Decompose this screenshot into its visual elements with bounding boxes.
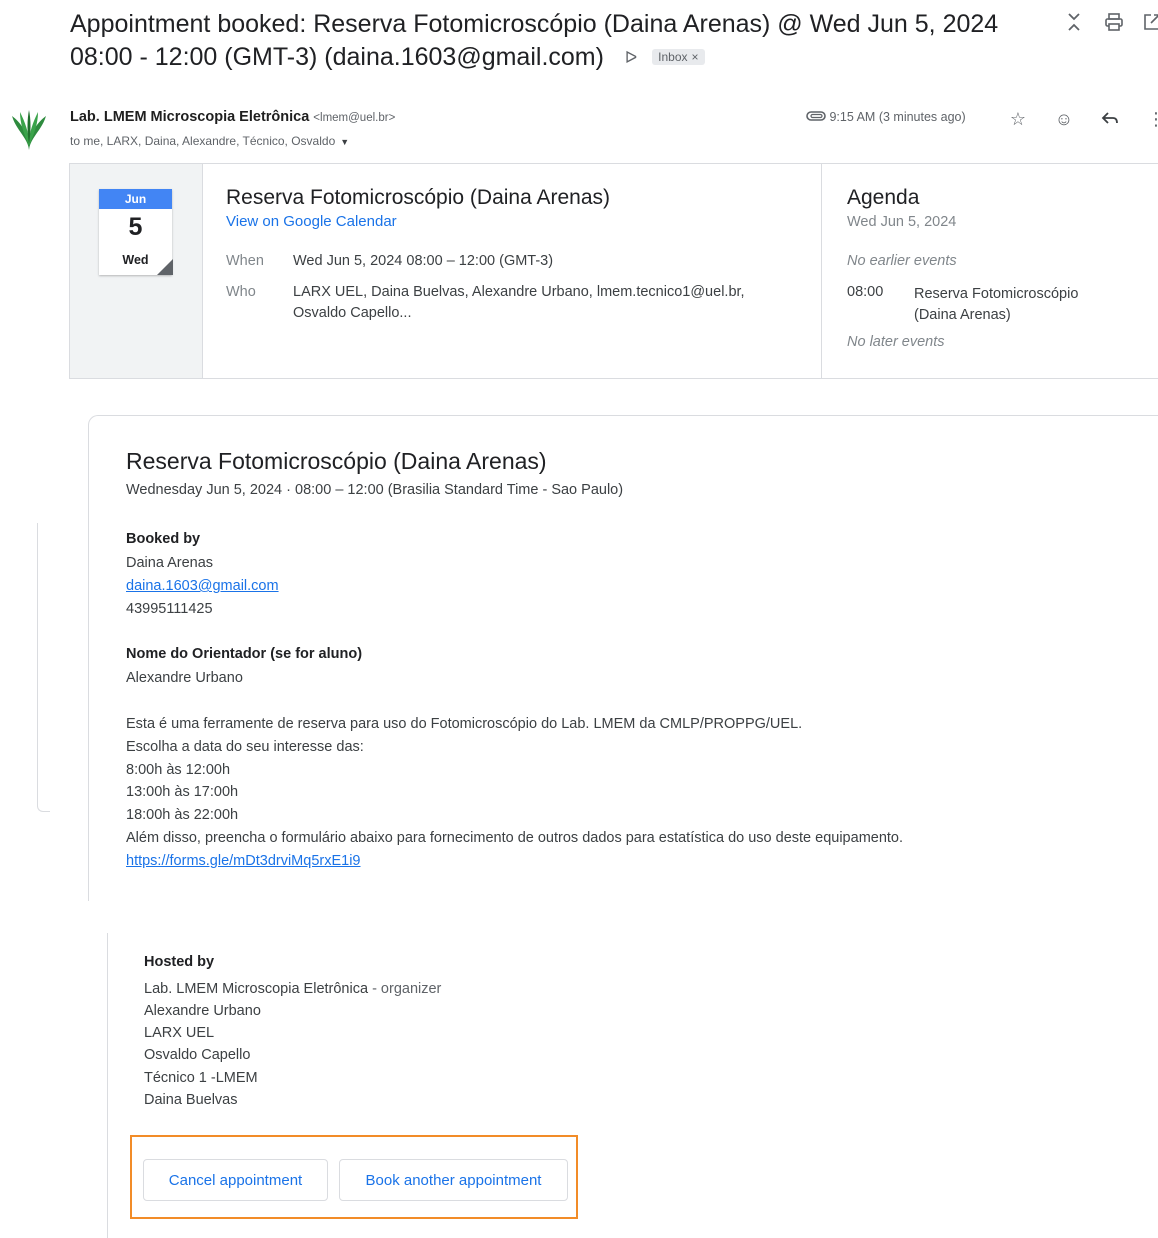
when-value: Wed Jun 5, 2024 08:00 – 12:00 (GMT-3)	[293, 253, 554, 269]
message-time-text: 9:15 AM (3 minutes ago)	[829, 110, 966, 124]
booker-phone: 43995111425	[126, 601, 213, 617]
host-item: Osvaldo Capello	[144, 1047, 251, 1063]
description-line: Escolha a data do seu interesse das:	[126, 739, 364, 755]
agenda-event-title-line-2: (Daina Arenas)	[914, 307, 1011, 323]
sender-name[interactable]: Lab. LMEM Microscopia Eletrônica	[70, 109, 309, 125]
host-item: Alexandre Urbano	[144, 1003, 261, 1019]
host-item: Técnico 1 -LMEM	[144, 1070, 258, 1086]
who-line-2: Osvaldo Capello...	[293, 305, 412, 321]
booker-name: Daina Arenas	[126, 555, 214, 571]
agenda-panel: Agenda Wed Jun 5, 2024 No earlier events…	[821, 164, 1158, 378]
booker-email-link[interactable]: daina.1603@gmail.com	[126, 575, 279, 598]
more-options-icon[interactable]: ⋮	[1143, 106, 1158, 132]
agenda-no-earlier: No earlier events	[847, 253, 957, 269]
agenda-title: Agenda	[847, 186, 920, 209]
advisor-name: Alexandre Urbano	[126, 670, 243, 686]
form-link[interactable]: https://forms.gle/mDt3drviMq5rxE1i9	[126, 850, 361, 873]
description-line: Além disso, preencha o formulário abaixo…	[126, 830, 904, 846]
agenda-event-title-line-1: Reserva Fotomicroscópio	[914, 286, 1079, 302]
booked-by-heading: Booked by	[126, 531, 201, 547]
agenda-event-title[interactable]: Reserva Fotomicroscópio (Daina Arenas)	[914, 284, 1154, 326]
sender-line: Lab. LMEM Microscopia Eletrônica <lmem@ue…	[70, 109, 395, 125]
print-icon[interactable]	[1102, 12, 1126, 36]
host-item: Daina Buelvas	[144, 1092, 238, 1108]
calendar-month: Jun	[99, 189, 172, 209]
recipients-line: to me, LARX, Daina, Alexandre, Técnico, …	[70, 134, 349, 148]
hosted-by-heading: Hosted by	[144, 954, 215, 970]
remove-label-icon[interactable]: ×	[692, 50, 699, 64]
message-time: 9:15 AM (3 minutes ago)	[806, 110, 966, 124]
calendar-date-tile: Jun 5 Wed	[99, 189, 173, 275]
cancel-appointment-button[interactable]: Cancel appointment	[143, 1159, 328, 1201]
sender-avatar	[8, 108, 50, 152]
host-item: LARX UEL	[144, 1025, 215, 1041]
description-line: 18:00h às 22:00h	[126, 807, 239, 823]
organizer-role: - organizer	[368, 981, 442, 997]
description-line: 8:00h às 12:00h	[126, 762, 231, 778]
show-details-caret-icon[interactable]: ▼	[340, 137, 349, 147]
who-line-1: LARX UEL, Daina Buelvas, Alexandre Urban…	[293, 284, 745, 300]
calendar-date-column: Jun 5 Wed	[70, 164, 203, 378]
hosted-divider	[107, 933, 108, 1238]
when-label: When	[226, 253, 264, 269]
agenda-date: Wed Jun 5, 2024	[847, 214, 957, 230]
organizer-name: Lab. LMEM Microscopia Eletrônica	[144, 981, 369, 997]
calendar-day: 5	[128, 213, 143, 241]
description-line: 13:00h às 17:00h	[126, 784, 239, 800]
attachment-icon	[806, 110, 829, 124]
email-subject: Appointment booked: Reserva Fotomicroscó…	[70, 8, 1030, 75]
star-icon[interactable]: ☆	[1005, 106, 1031, 132]
event-title: Reserva Fotomicroscópio (Daina Arenas)	[226, 186, 610, 209]
agenda-event-time: 08:00	[847, 284, 884, 300]
sender-email: <lmem@uel.br>	[313, 112, 396, 124]
calendar-page-fold-icon	[157, 259, 173, 275]
host-organizer: Lab. LMEM Microscopia Eletrônica - organ…	[144, 981, 441, 997]
booking-title: Reserva Fotomicroscópio (Daina Arenas)	[126, 448, 547, 474]
agenda-no-later: No later events	[847, 334, 945, 350]
who-value: LARX UEL, Daina Buelvas, Alexandre Urban…	[293, 282, 745, 324]
inbox-label-text: Inbox	[658, 50, 688, 64]
reply-icon[interactable]	[1097, 106, 1123, 132]
thread-divider	[37, 523, 50, 812]
inbox-label-chip[interactable]: Inbox ×	[652, 49, 705, 65]
importance-marker-icon[interactable]: ᐅ	[625, 50, 637, 67]
subject-line-2: 08:00 - 12:00 (GMT-3) (daina.1603@gmail.…	[70, 43, 604, 71]
collapse-icon[interactable]	[1062, 12, 1086, 36]
emoji-reaction-icon[interactable]: ☺	[1051, 106, 1077, 132]
open-in-new-window-icon[interactable]	[1140, 12, 1158, 36]
book-another-appointment-button[interactable]: Book another appointment	[339, 1159, 568, 1201]
subject-line-1: Appointment booked: Reserva Fotomicroscó…	[70, 10, 999, 38]
who-label: Who	[226, 284, 256, 300]
calendar-invite-card: Jun 5 Wed Reserva Fotomicroscópio (Daina…	[69, 163, 1158, 379]
recipients-text: to me, LARX, Daina, Alexandre, Técnico, …	[70, 134, 336, 148]
description-line: Esta é uma ferramente de reserva para us…	[126, 716, 803, 732]
advisor-heading: Nome do Orientador (se for aluno)	[126, 646, 363, 662]
view-on-google-calendar-link[interactable]: View on Google Calendar	[226, 213, 397, 230]
booking-datetime: Wednesday Jun 5, 2024 · 08:00 – 12:00 (B…	[126, 482, 624, 498]
